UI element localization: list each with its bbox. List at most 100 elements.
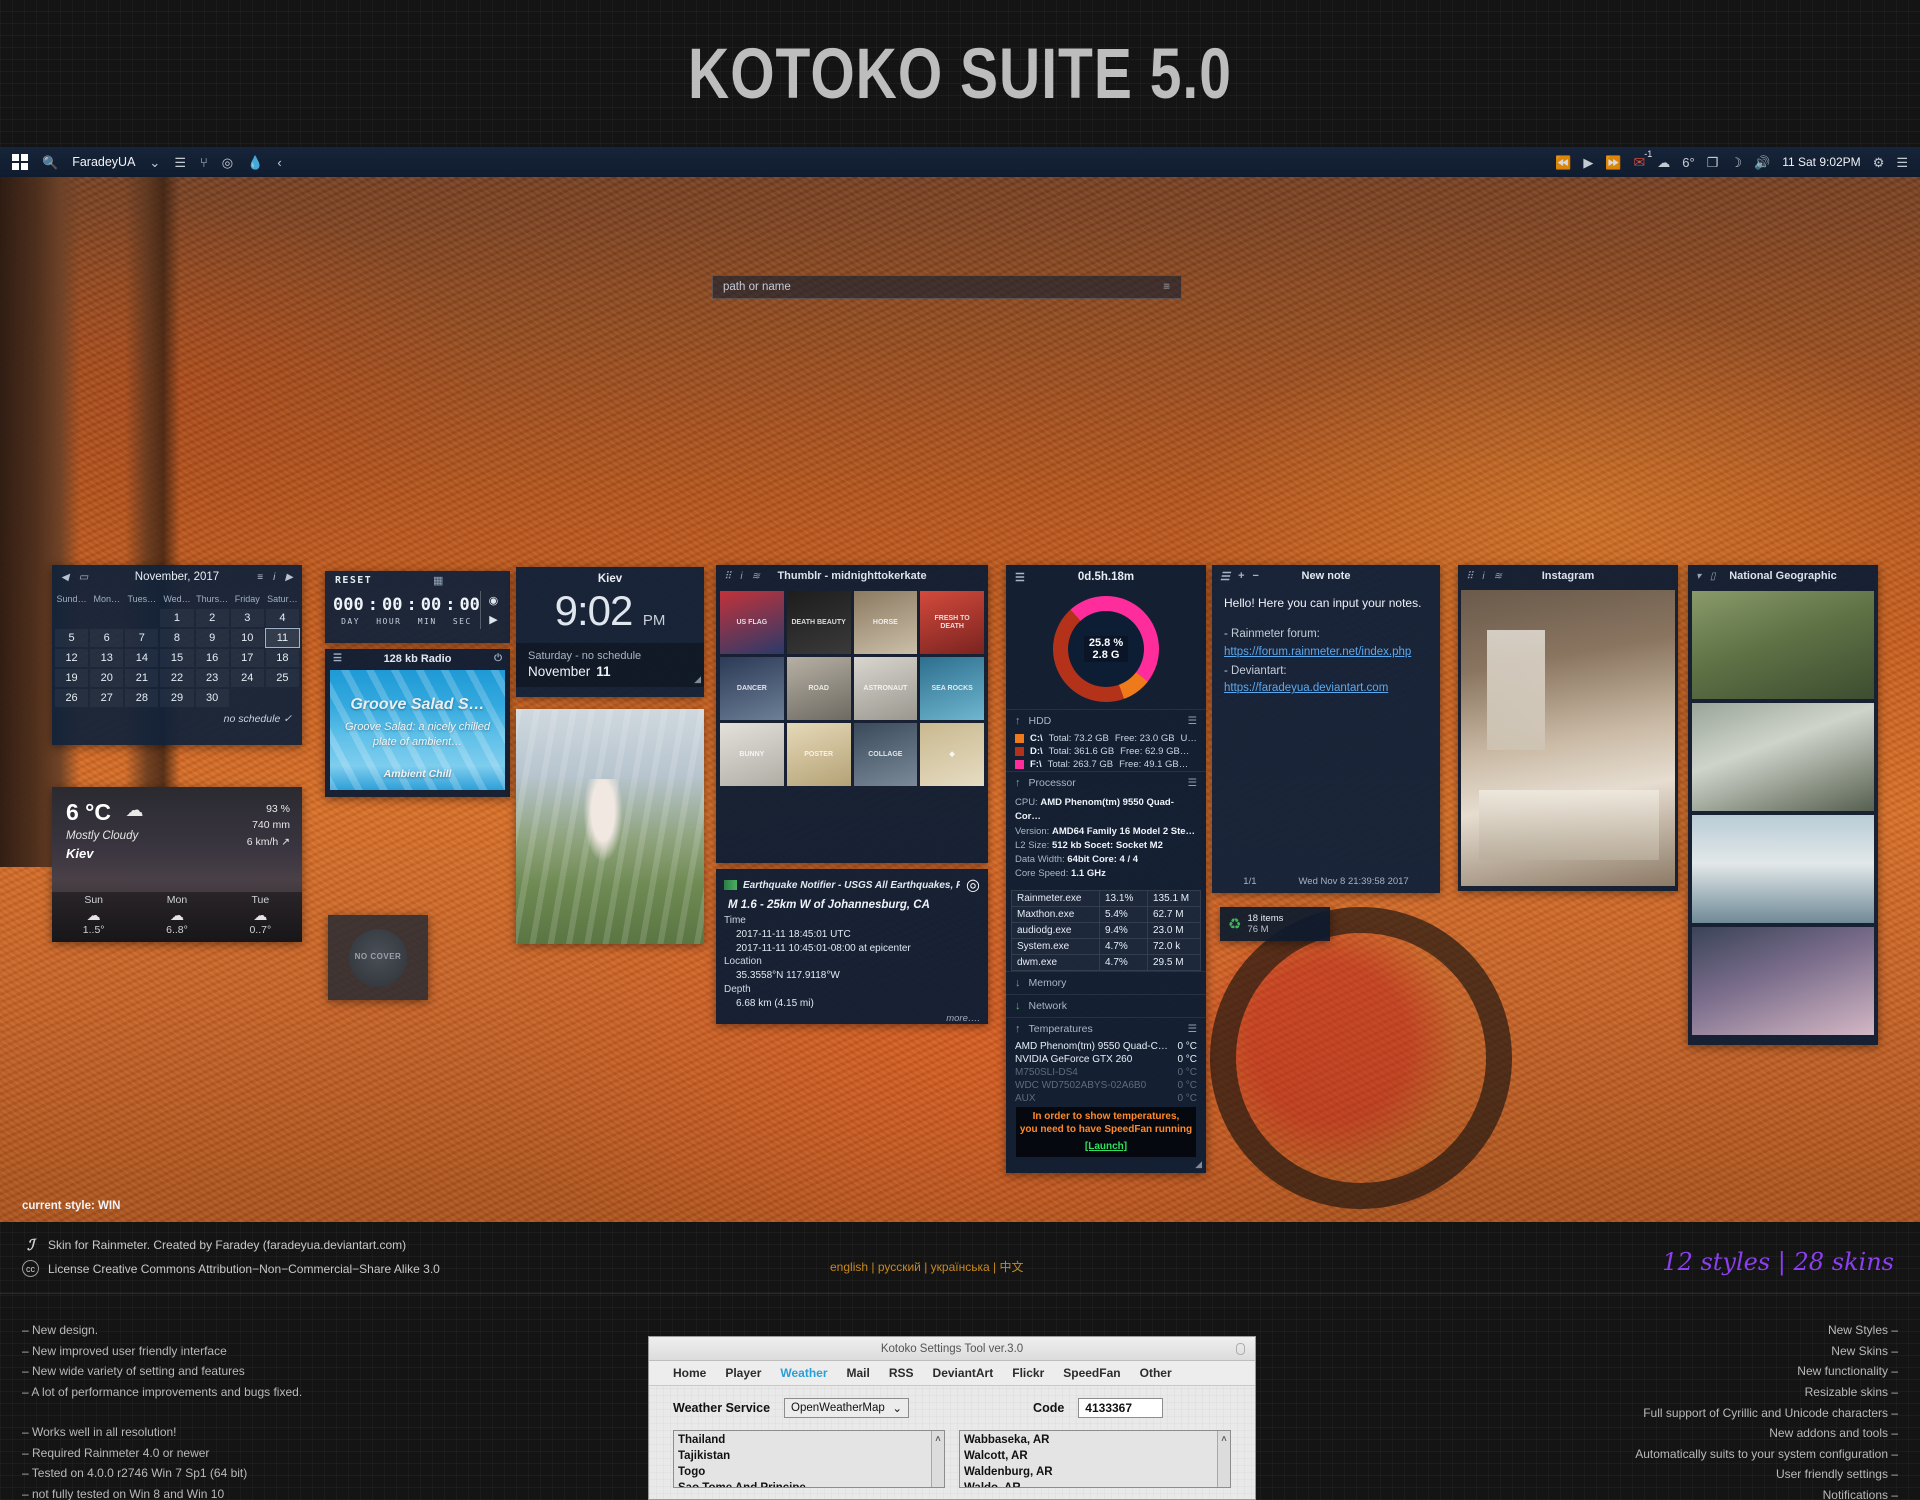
- calendar-day[interactable]: 1: [160, 609, 194, 627]
- settings-tab-rss[interactable]: RSS: [889, 1366, 914, 1380]
- calendar-nav-left[interactable]: ◀ ▭: [61, 572, 88, 583]
- timer-controls[interactable]: ◉ ▶: [479, 591, 502, 629]
- calendar-day[interactable]: 30: [195, 689, 229, 707]
- weather-service-select[interactable]: OpenWeatherMap ⌄: [784, 1398, 910, 1418]
- chevron-left-icon[interactable]: ‹: [277, 156, 281, 169]
- chevron-down-icon[interactable]: ⌄: [149, 156, 160, 169]
- gear-icon[interactable]: ⚙: [1873, 156, 1885, 169]
- calendar-nav-right[interactable]: ≡ i ▶: [257, 572, 293, 583]
- tumblr-tile[interactable]: BUNNY: [720, 723, 784, 786]
- calendar-day[interactable]: 17: [230, 649, 264, 667]
- calendar-menu-icon[interactable]: ≡: [257, 572, 263, 583]
- tumblr-tile[interactable]: ROAD: [786, 657, 851, 720]
- hamburger-icon[interactable]: ☰: [1188, 715, 1197, 727]
- settings-tab-deviantart[interactable]: DeviantArt: [933, 1366, 994, 1380]
- taskbar-username[interactable]: FaradeyUA: [72, 155, 135, 169]
- tumblr-tile[interactable]: FRESH TO DEATH: [920, 591, 984, 654]
- natgeo-image-panda[interactable]: [1692, 703, 1874, 811]
- sysmon-memory-section[interactable]: ↓ Memory: [1006, 970, 1206, 994]
- calendar-day[interactable]: 25: [265, 669, 299, 687]
- natgeo-image-city-skyline[interactable]: [1692, 927, 1874, 1035]
- taskbar-clock[interactable]: 11 Sat 9:02PM: [1782, 155, 1861, 169]
- hamburger-icon[interactable]: ☰: [1188, 777, 1197, 789]
- calendar-day[interactable]: 24: [230, 669, 264, 687]
- calendar-day[interactable]: 11: [264, 628, 300, 648]
- speedfan-launch-link[interactable]: [Launch]: [1085, 1141, 1127, 1152]
- droplet-icon[interactable]: 💧: [247, 156, 263, 169]
- country-list-item[interactable]: Thailand: [678, 1433, 940, 1449]
- calendar-day[interactable]: 9: [195, 629, 229, 647]
- mail-icon[interactable]: ✉ -1: [1634, 149, 1653, 171]
- media-next-icon[interactable]: ⏩: [1605, 156, 1621, 169]
- search-bar[interactable]: path or name ≡: [712, 275, 1182, 299]
- calendar-day[interactable]: 21: [125, 669, 159, 687]
- calendar-day[interactable]: 2: [195, 609, 229, 627]
- country-list-item[interactable]: Sao Tome And Principe: [678, 1481, 940, 1487]
- calendar-day[interactable]: 6: [90, 629, 124, 647]
- calendar-day[interactable]: 12: [55, 649, 89, 667]
- moon-icon[interactable]: ☽: [1730, 156, 1742, 169]
- info-icon[interactable]: i: [1482, 571, 1484, 582]
- tumblr-tile[interactable]: POSTER: [786, 723, 851, 786]
- calendar-day[interactable]: 18: [265, 649, 299, 667]
- calendar-day[interactable]: 26: [55, 689, 89, 707]
- calendar-day[interactable]: 27: [90, 689, 124, 707]
- record-icon[interactable]: ◎: [966, 875, 980, 895]
- instagram-header-icons[interactable]: ⠿ i ≋: [1466, 571, 1502, 582]
- window-switch-icon[interactable]: ❐: [1707, 156, 1719, 169]
- country-list[interactable]: Thailand Tajikistan Togo Sao Tome And Princ…: [673, 1430, 945, 1488]
- search-menu-icon[interactable]: ≡: [1163, 281, 1171, 293]
- calendar-day[interactable]: 3: [230, 609, 264, 627]
- notes-body[interactable]: Hello! Here you can input your notes. - …: [1212, 587, 1440, 705]
- code-input[interactable]: 4133367: [1078, 1398, 1164, 1418]
- instagram-photo[interactable]: [1461, 590, 1675, 886]
- calendar-day[interactable]: 22: [160, 669, 194, 687]
- calendar-info-icon[interactable]: i: [273, 572, 275, 583]
- sysmon-network-section[interactable]: ↓ Network: [1006, 993, 1206, 1017]
- calendar-day[interactable]: 23: [195, 669, 229, 687]
- timer-reset-button[interactable]: RESET: [335, 575, 372, 586]
- calendar-icon[interactable]: ▦: [433, 574, 443, 587]
- settings-tab-weather[interactable]: Weather: [780, 1366, 827, 1380]
- play-icon[interactable]: ▶: [485, 610, 502, 629]
- natgeo-image-snake[interactable]: [1692, 591, 1874, 699]
- language-switcher[interactable]: english | русский | українська | 中文: [830, 1258, 1023, 1275]
- calendar-day[interactable]: 16: [195, 649, 229, 667]
- power-icon[interactable]: ⏻: [494, 653, 502, 664]
- calendar-today-icon[interactable]: ▭: [79, 572, 88, 583]
- calendar-day[interactable]: 4: [265, 609, 299, 627]
- settings-tab-speedfan[interactable]: SpeedFan: [1063, 1366, 1120, 1380]
- list-icon[interactable]: ☰: [174, 156, 186, 169]
- city-list-item[interactable]: Waldenburg, AR: [964, 1465, 1226, 1481]
- chevron-down-icon[interactable]: ▾: [1696, 571, 1701, 582]
- minus-icon[interactable]: −: [1252, 570, 1258, 583]
- windows-start-icon[interactable]: [12, 154, 28, 170]
- hamburger-icon[interactable]: ☰: [1015, 571, 1025, 584]
- calendar-day[interactable]: 5: [55, 629, 89, 647]
- country-list-item[interactable]: Tajikistan: [678, 1449, 940, 1465]
- resize-handle-icon[interactable]: ◢: [694, 674, 701, 685]
- rss-icon[interactable]: ≋: [752, 571, 760, 582]
- hamburger-icon[interactable]: ☰: [1220, 570, 1230, 583]
- hamburger-icon[interactable]: ☰: [333, 653, 342, 664]
- calendar-day[interactable]: 28: [125, 689, 159, 707]
- tumblr-tile[interactable]: DEATH BEAUTY: [786, 591, 851, 654]
- settings-tab-mail[interactable]: Mail: [847, 1366, 870, 1380]
- settings-tab-home[interactable]: Home: [673, 1366, 706, 1380]
- tree-icon[interactable]: ⑂: [200, 156, 208, 169]
- city-list-item[interactable]: Waldo, AR: [964, 1481, 1226, 1487]
- notes-header-icons[interactable]: ☰ + −: [1220, 570, 1259, 583]
- calendar-day[interactable]: 8: [160, 629, 194, 647]
- natgeo-image-arch-rock[interactable]: [1692, 815, 1874, 923]
- settings-tab-player[interactable]: Player: [725, 1366, 761, 1380]
- calendar-day[interactable]: 14: [125, 649, 159, 667]
- city-list-item[interactable]: Walcott, AR: [964, 1449, 1226, 1465]
- calendar-prev-icon[interactable]: ◀: [61, 572, 69, 583]
- calendar-day[interactable]: 7: [125, 629, 159, 647]
- processor-section-header[interactable]: ↑ Processor ☰: [1006, 772, 1206, 794]
- tumblr-tile[interactable]: ◆: [920, 723, 984, 786]
- earthquake-more-link[interactable]: more….: [716, 1011, 988, 1024]
- calendar-day[interactable]: 15: [160, 649, 194, 667]
- media-prev-icon[interactable]: ⏪: [1555, 156, 1571, 169]
- resize-handle-icon[interactable]: ◢: [1195, 1159, 1202, 1170]
